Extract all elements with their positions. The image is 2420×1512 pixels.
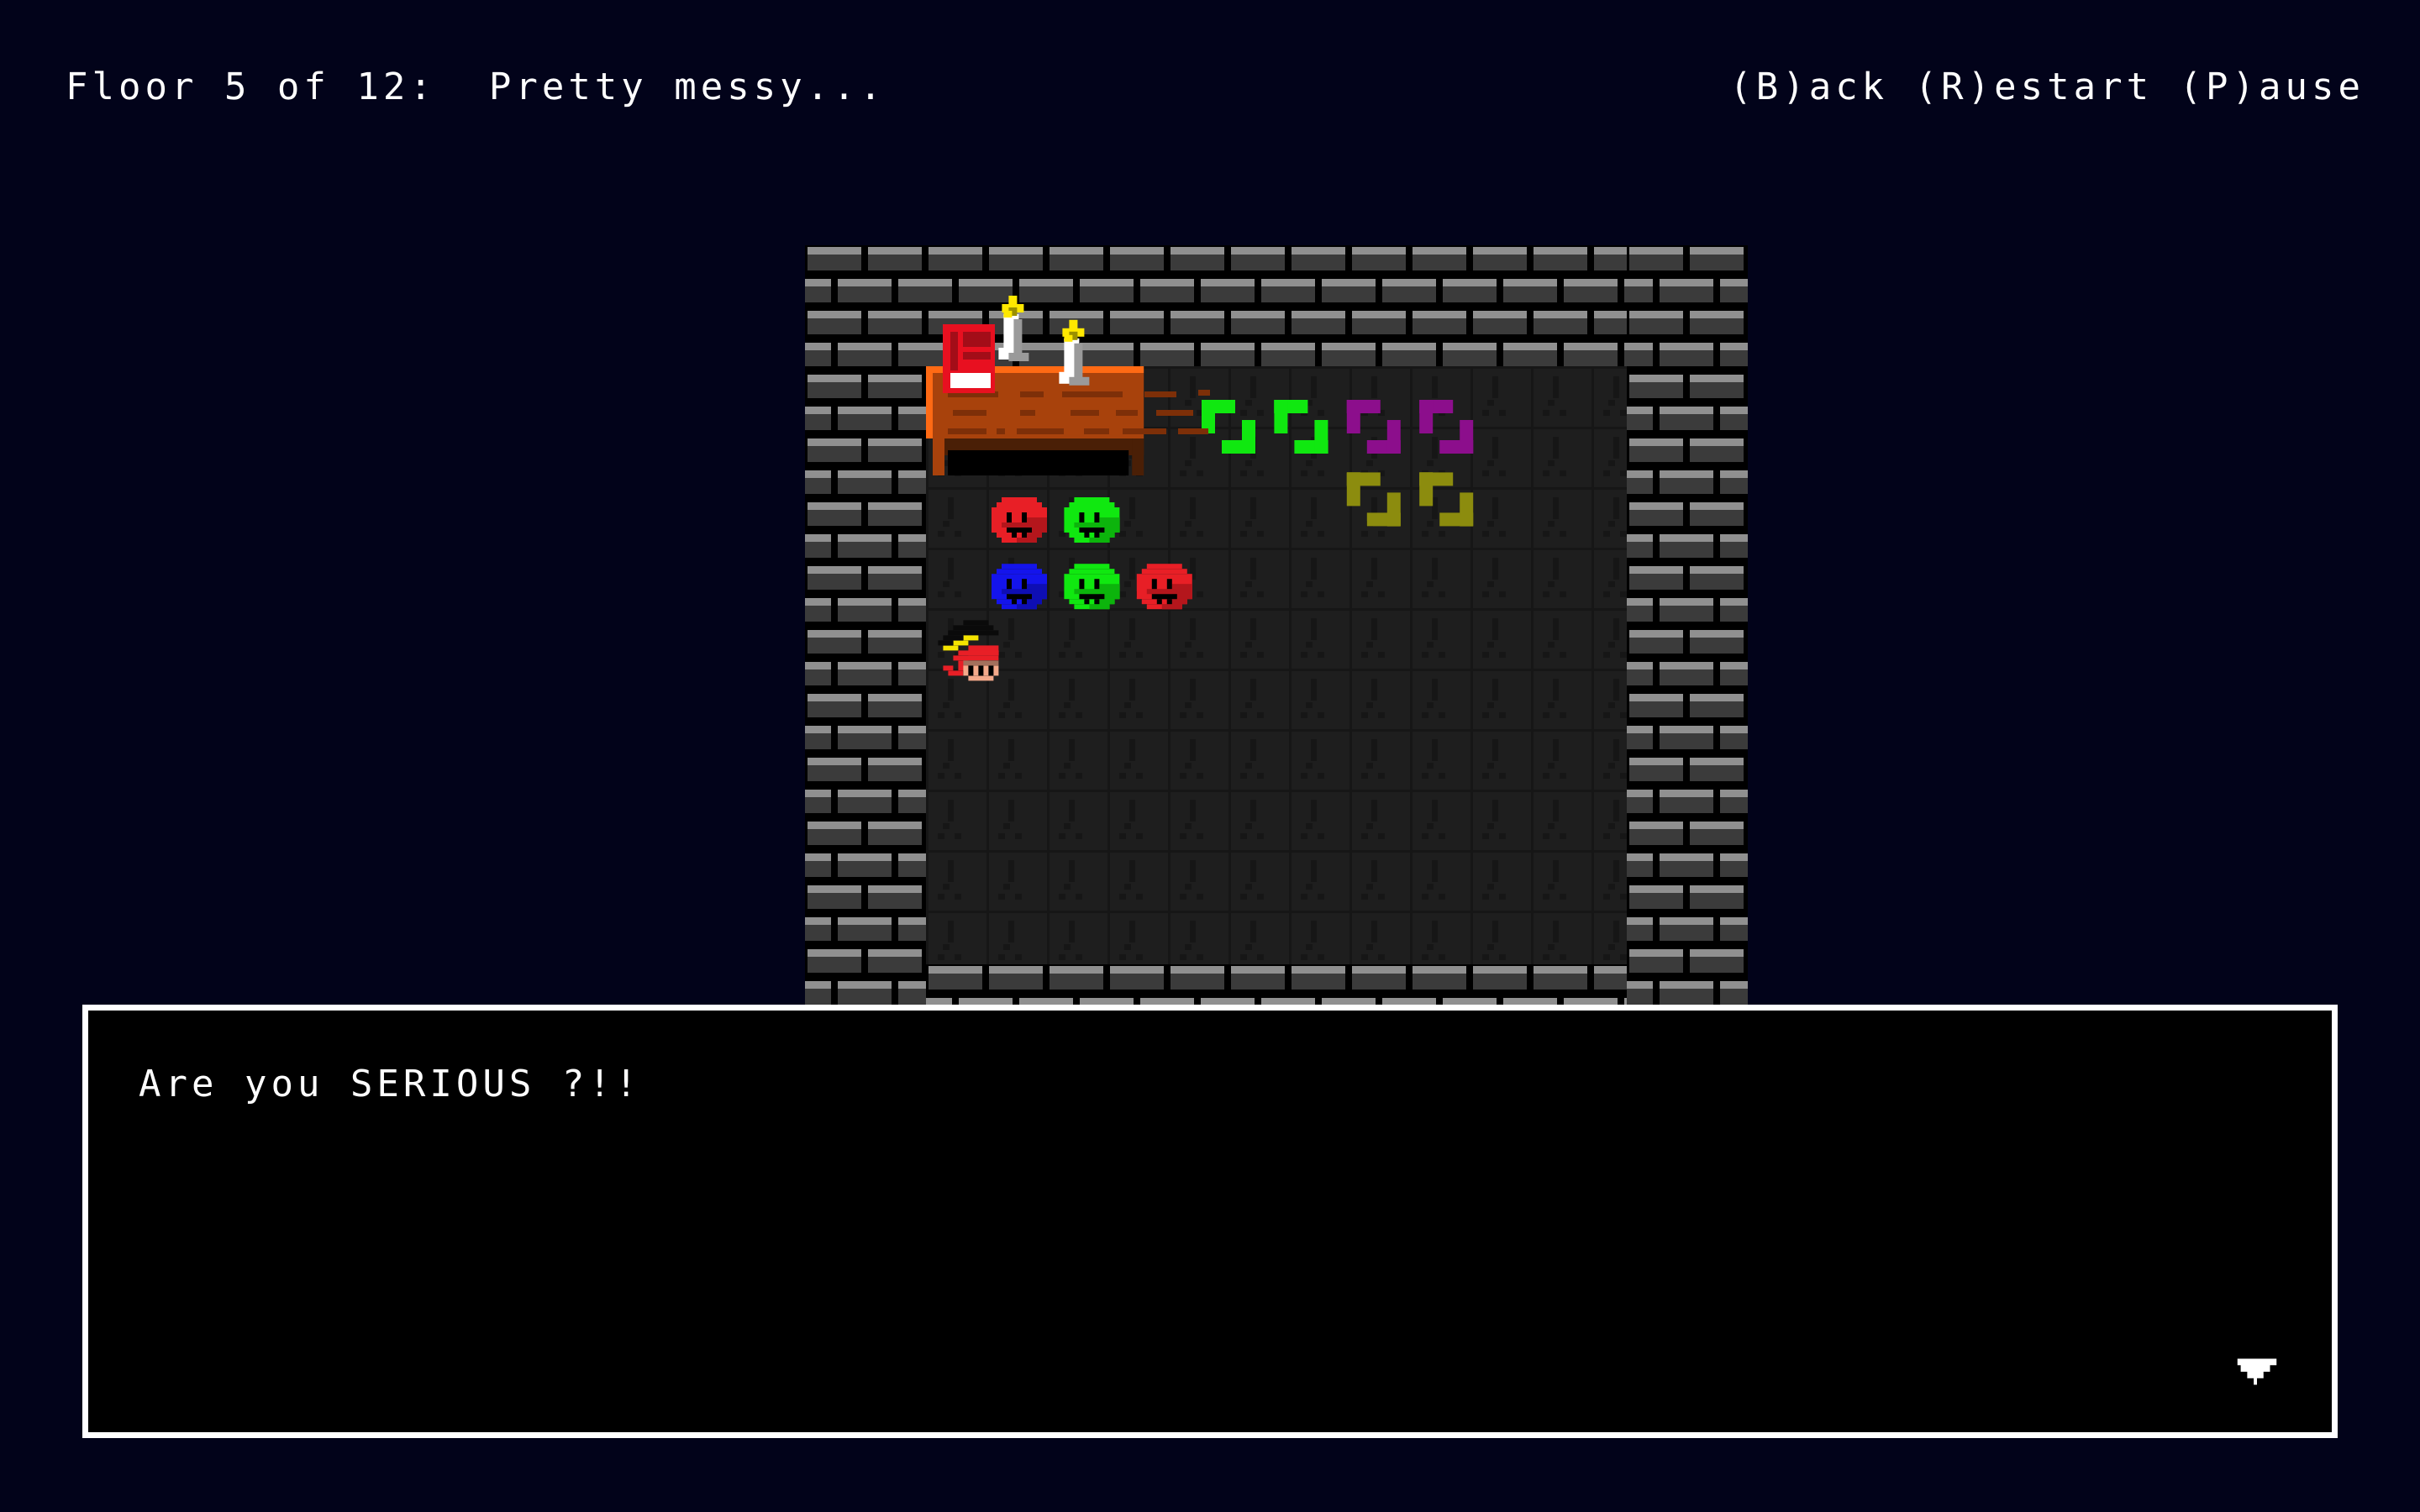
floor-indicator: Floor 5 of 12: Pretty messy...: [66, 66, 886, 108]
dialog-box[interactable]: Are you SERIOUS ?!!: [82, 1005, 2338, 1438]
dialog-text: Are you SERIOUS ?!!: [139, 1063, 642, 1105]
entity-layer: [805, 245, 1748, 1085]
hud-bar: Floor 5 of 12: Pretty messy... (B)ack (R…: [0, 0, 2420, 126]
sprites-canvas[interactable]: [805, 245, 1748, 1085]
controls-hint: (B)ack (R)estart (P)ause: [1729, 66, 2365, 108]
continue-arrow-icon[interactable]: [2231, 1355, 2283, 1389]
